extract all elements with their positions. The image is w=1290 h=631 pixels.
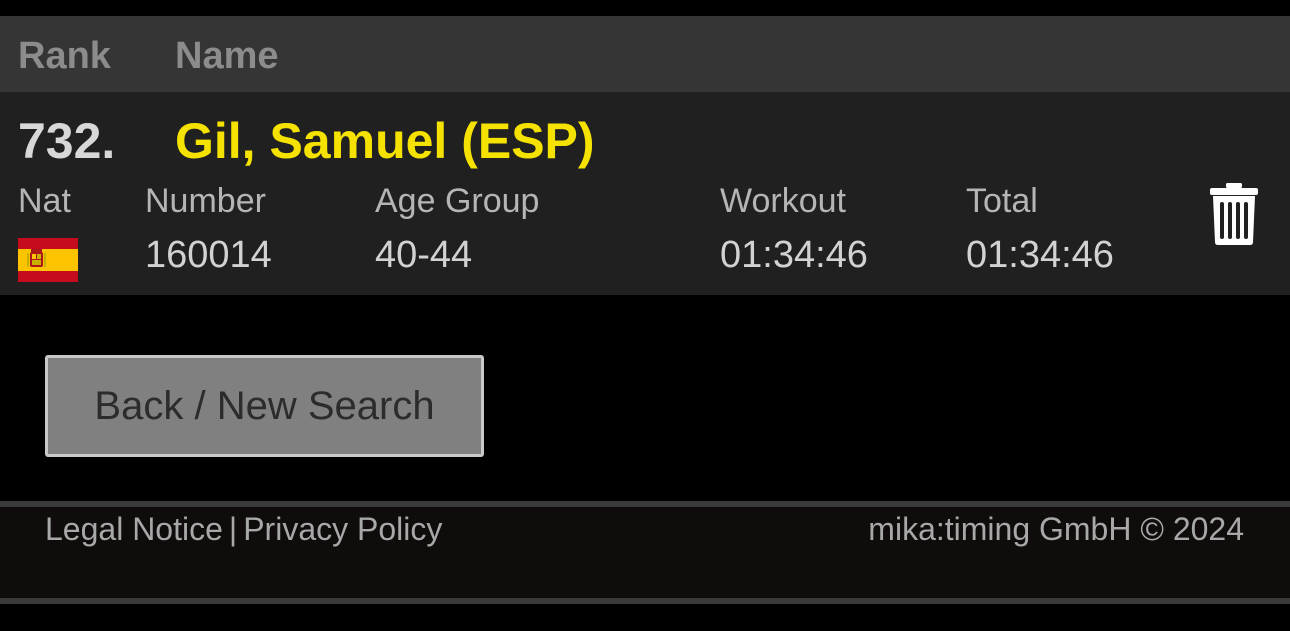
privacy-policy-link[interactable]: Privacy Policy: [243, 511, 442, 547]
bib-number: 160014: [145, 234, 272, 276]
athlete-name[interactable]: Gil, Samuel (ESP): [175, 112, 595, 170]
age-group-label: Age Group: [375, 182, 540, 220]
name-column-header: Name: [175, 35, 279, 77]
total-label: Total: [966, 182, 1038, 220]
nat-label: Nat: [18, 182, 71, 220]
footer-bottom-divider: [0, 598, 1290, 604]
workout-label: Workout: [720, 182, 846, 220]
results-table-header: Rank Name: [0, 16, 1290, 92]
spain-flag-icon: [18, 238, 78, 282]
copyright-text: mika:timing GmbH © 2024: [868, 511, 1244, 547]
age-group-value: 40-44: [375, 234, 473, 276]
number-label: Number: [145, 182, 266, 220]
results-page: Rank Name 732. Gil, Samuel (ESP) Nat Num…: [0, 0, 1290, 631]
result-rank: 732.: [18, 113, 116, 169]
rank-column-header: Rank: [18, 35, 111, 77]
footer-links: Legal Notice | Privacy Policy: [45, 511, 442, 548]
legal-notice-link[interactable]: Legal Notice: [45, 511, 223, 547]
total-time: 01:34:46: [966, 234, 1114, 276]
footer-separator: |: [228, 511, 238, 547]
footer: Legal Notice | Privacy Policy mika:timing …: [0, 507, 1290, 598]
back-new-search-button[interactable]: Back / New Search: [45, 355, 484, 457]
workout-time: 01:34:46: [720, 234, 868, 276]
result-row: 732. Gil, Samuel (ESP) Nat Number Age Gr…: [0, 92, 1290, 295]
trash-icon[interactable]: [1208, 182, 1260, 246]
